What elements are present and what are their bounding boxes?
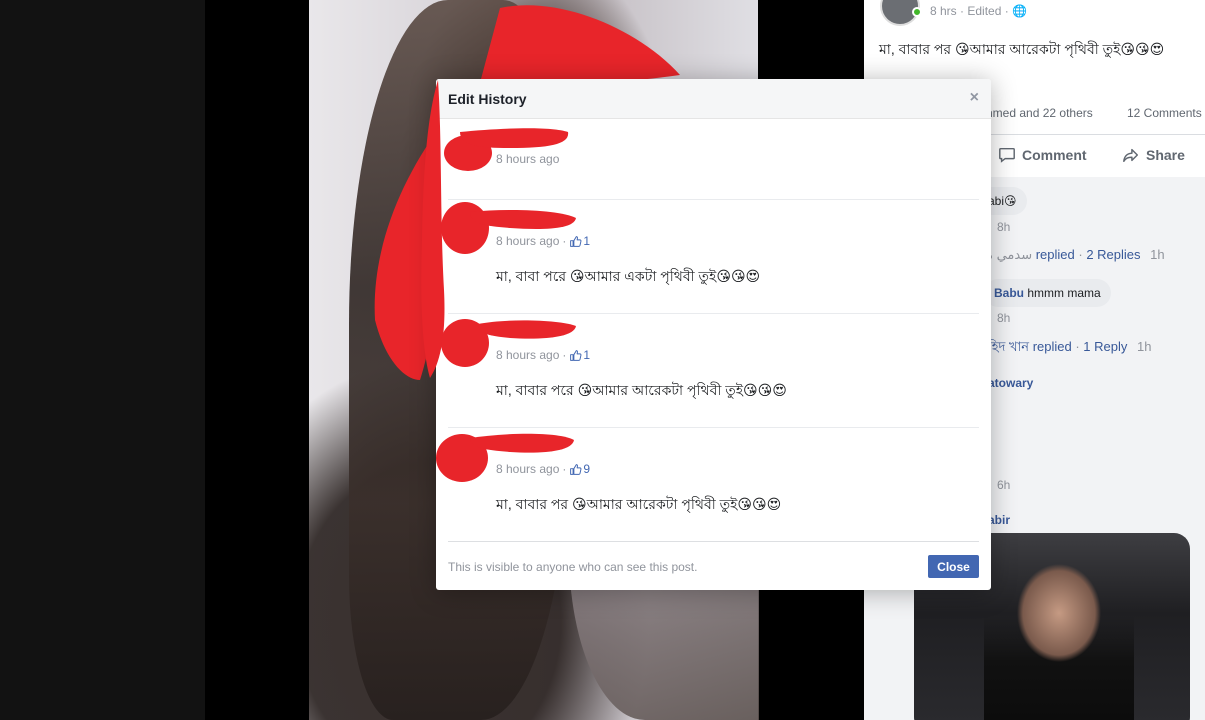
comment-time[interactable]: 8h	[997, 220, 1010, 234]
comment-time[interactable]: 6h	[997, 478, 1010, 492]
commenter-name[interactable]: atowary	[988, 376, 1033, 390]
revision-timestamp[interactable]: 8 hours ago	[496, 462, 559, 476]
revision-timestamp[interactable]: 8 hours ago	[496, 348, 559, 362]
close-icon[interactable]: ×	[970, 89, 979, 107]
share-button[interactable]: Share	[1122, 146, 1185, 164]
visibility-note: This is visible to anyone who can see th…	[448, 560, 698, 574]
post-meta: 8 hrs · Edited · 🌐	[930, 4, 1028, 18]
thumbs-up-icon	[570, 235, 582, 247]
online-status-dot	[912, 7, 922, 17]
close-button[interactable]: Close	[928, 555, 979, 578]
revision-timestamp[interactable]: 8 hours ago	[496, 234, 559, 248]
edit-history-dialog: Edit History × 8 hours ago 8 hours ago ·…	[436, 79, 991, 590]
divider	[448, 199, 979, 200]
divider	[448, 427, 979, 428]
thumbs-up-icon	[570, 349, 582, 361]
revision-timestamp[interactable]: 8 hours ago	[496, 152, 559, 166]
post-caption: মা, বাবার পর 😘আমার আরেকটা পৃথিবী তুই😘😘😍	[879, 41, 1165, 57]
revision-likes[interactable]: 9	[569, 462, 590, 476]
revision-likes[interactable]: 1	[569, 348, 590, 362]
revision-likes[interactable]: 1	[569, 234, 590, 248]
divider	[448, 313, 979, 314]
dialog-title: Edit History	[448, 91, 527, 107]
comment-time[interactable]: 8h	[997, 311, 1010, 325]
thumbs-up-icon	[570, 463, 582, 475]
comment-button[interactable]: Comment	[998, 146, 1087, 164]
globe-icon: 🌐	[1012, 4, 1028, 18]
reply-thread-link[interactable]: হিদ খান replied · 1 Reply 1h	[988, 338, 1151, 359]
reactions-summary[interactable]: hmed and 22 others	[986, 106, 1093, 120]
revision-text: মা, বাবার পর 😘আমার আরেকটা পৃথিবী তুই😘😘😍	[496, 496, 782, 512]
commenter-name[interactable]: Babu	[994, 286, 1024, 300]
comment-bubble: Babu hmmm mama	[984, 279, 1111, 307]
reply-thread-link[interactable]: ﺳﺪﻣﻲ ﻣ replied · 2 Replies 1h	[986, 247, 1165, 263]
dialog-header: Edit History ×	[436, 79, 991, 119]
comments-count[interactable]: 12 Comments	[1127, 106, 1202, 120]
revision-text: মা, বাবা পরে 😘আমার একটা পৃথিবী তুই😘😘😍	[496, 268, 761, 284]
revision-meta: 8 hours ago · 1	[496, 234, 591, 248]
share-icon	[1123, 148, 1139, 163]
post-time[interactable]: 8 hrs	[930, 4, 957, 18]
revision-meta: 8 hours ago · 1	[496, 348, 591, 362]
revision-meta: 8 hours ago · 9	[496, 462, 591, 476]
commenter-name[interactable]: abir	[988, 513, 1010, 527]
comment-icon	[999, 147, 1015, 163]
revision-text: মা, বাবার পরে 😘আমার আরেকটা পৃথিবী তুই😘😘😍	[496, 382, 787, 398]
dialog-footer: This is visible to anyone who can see th…	[448, 541, 979, 590]
left-backdrop	[0, 0, 205, 720]
gif-figure	[984, 553, 1134, 720]
edited-link[interactable]: Edited	[967, 4, 1001, 18]
